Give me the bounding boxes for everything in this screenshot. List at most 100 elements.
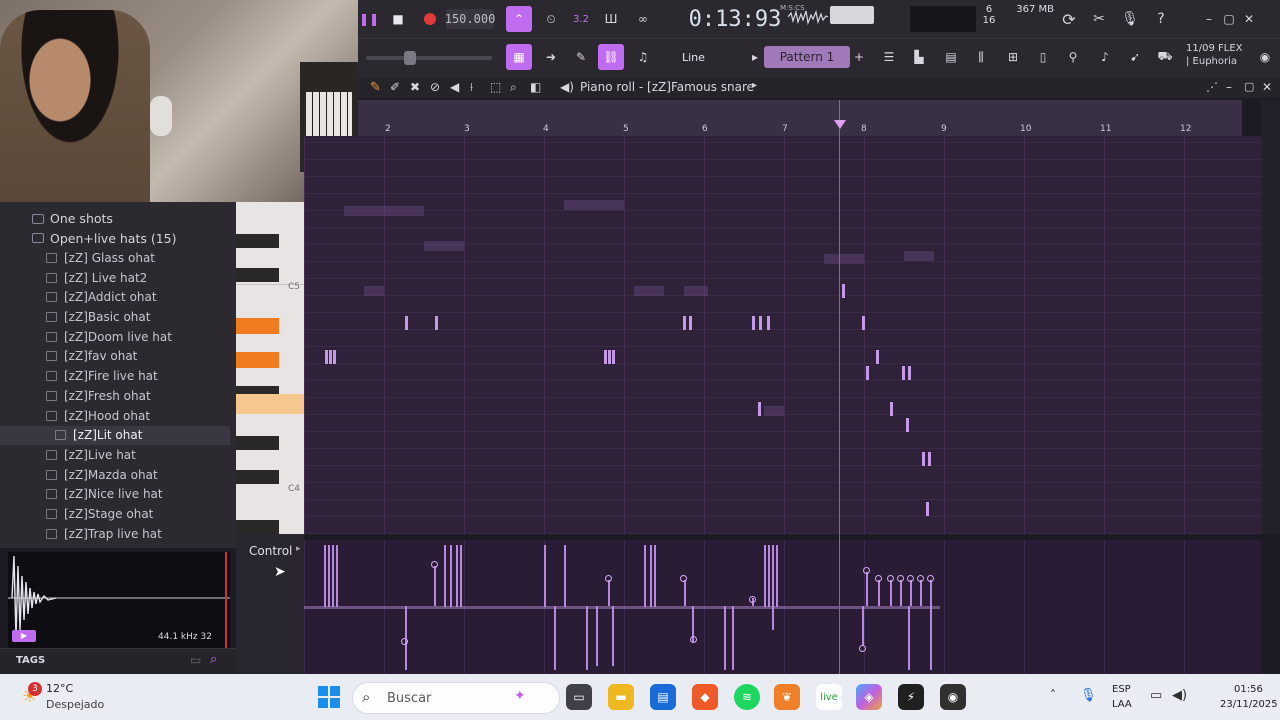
language-code[interactable]: ESP: [1112, 684, 1131, 695]
velocity-stem[interactable]: [732, 606, 734, 670]
folder-icon[interactable]: ▭: [190, 653, 201, 667]
playhead[interactable]: [839, 100, 840, 674]
browser-file[interactable]: [zZ]Fire live hat: [0, 367, 230, 386]
velocity-stem[interactable]: [684, 580, 686, 606]
velocity-stem[interactable]: [444, 545, 446, 607]
midi-note[interactable]: [866, 366, 869, 380]
tray-mic-icon[interactable]: 🎙: [1080, 688, 1097, 703]
midi-note[interactable]: [758, 402, 761, 416]
clock-date[interactable]: 23/11/2025: [1220, 699, 1278, 710]
typing-keyboard-icon[interactable]: ♫: [630, 44, 656, 70]
copilot-sparkle-icon[interactable]: ✦: [514, 688, 526, 704]
arrow-right-icon[interactable]: ➜: [538, 44, 564, 70]
midi-note[interactable]: [759, 316, 762, 330]
select-tool-icon[interactable]: ⬚: [490, 80, 501, 94]
refresh-icon[interactable]: ⟳: [1056, 6, 1082, 32]
black-key[interactable]: [236, 470, 279, 484]
pause-icon[interactable]: ❚❚: [356, 6, 382, 32]
velocity-stem[interactable]: [862, 606, 864, 646]
playback-tool-icon[interactable]: ◧: [530, 80, 541, 94]
cart-icon[interactable]: ⛟: [1152, 44, 1178, 70]
midi-note[interactable]: [862, 316, 865, 330]
slip-tool-icon[interactable]: ◀: [450, 80, 459, 94]
app-icon-bolt[interactable]: ⚡: [898, 684, 924, 710]
velocity-handle[interactable]: [907, 575, 914, 582]
fl-studio-icon[interactable]: ❦: [774, 684, 800, 710]
tools-icon[interactable]: ✂: [1086, 6, 1112, 32]
highlighted-black-key[interactable]: [236, 352, 279, 368]
velocity-stem[interactable]: [900, 580, 902, 606]
bird-icon[interactable]: ➹: [1122, 44, 1148, 70]
midi-note[interactable]: [333, 350, 336, 364]
file-explorer-icon[interactable]: ▬: [608, 684, 634, 710]
channel-rack-icon[interactable]: ▤: [938, 44, 964, 70]
velocity-stem[interactable]: [564, 545, 566, 607]
velocity-stem[interactable]: [460, 545, 462, 607]
midi-note[interactable]: [906, 418, 909, 432]
browser-tree-icon[interactable]: ⊞: [1000, 44, 1026, 70]
midi-note[interactable]: [325, 350, 328, 364]
velocity-stem[interactable]: [772, 606, 774, 630]
file-icon[interactable]: ▯: [1030, 44, 1056, 70]
copilot-icon[interactable]: ◈: [856, 684, 882, 710]
spotify-icon[interactable]: ≋: [734, 684, 760, 710]
midi-note[interactable]: [752, 316, 755, 330]
delete-tool-icon[interactable]: ✖: [410, 80, 420, 94]
note-grid[interactable]: [304, 136, 1262, 534]
velocity-stem[interactable]: [586, 606, 588, 670]
velocity-stem[interactable]: [930, 606, 932, 670]
velocity-handle[interactable]: [431, 561, 438, 568]
volume-icon[interactable]: ◀): [1172, 688, 1187, 703]
velocity-stem[interactable]: [554, 606, 556, 670]
velocity-handle[interactable]: [887, 575, 894, 582]
velocity-handle[interactable]: [917, 575, 924, 582]
velocity-handle[interactable]: [401, 638, 408, 645]
metronome-icon[interactable]: ⌃: [506, 6, 532, 32]
browser-file[interactable]: [zZ]Trap live hat: [0, 524, 230, 543]
loop-record-icon[interactable]: ∞: [630, 6, 656, 32]
news-panel[interactable]: 11/09 FLEX | Euphoria: [1186, 42, 1248, 68]
browser-file[interactable]: [zZ]Mazda ohat: [0, 465, 230, 484]
piano-roll-toggle-icon[interactable]: ▦: [506, 44, 532, 70]
velocity-stem[interactable]: [890, 580, 892, 606]
browser-file[interactable]: [zZ]Addict ohat: [0, 288, 230, 307]
black-key[interactable]: [236, 268, 279, 282]
velocity-stem[interactable]: [930, 580, 932, 606]
midi-note[interactable]: [926, 502, 929, 516]
snap-selector[interactable]: Line: [664, 46, 738, 68]
pr-menu-icon[interactable]: ⋰: [1206, 80, 1218, 94]
velocity-handle[interactable]: [863, 567, 870, 574]
pattern-selector[interactable]: Pattern 1: [764, 46, 850, 68]
help-icon[interactable]: ?: [1148, 6, 1174, 32]
pr-close-icon[interactable]: ✕: [1262, 80, 1272, 94]
midi-note[interactable]: [922, 452, 925, 466]
velocity-handle[interactable]: [690, 636, 697, 643]
velocity-stem[interactable]: [434, 566, 436, 606]
stop-button[interactable]: ■: [385, 6, 411, 32]
velocity-stem[interactable]: [644, 545, 646, 607]
task-view-icon[interactable]: ▭: [566, 684, 592, 710]
velocity-stem[interactable]: [866, 572, 868, 606]
play-preview-icon[interactable]: ▶: [12, 630, 36, 642]
clock-time[interactable]: 01:56: [1234, 684, 1263, 695]
app-icon-dark[interactable]: ◉: [940, 684, 966, 710]
master-pitch-knob[interactable]: [404, 51, 416, 65]
pencil-tool-icon[interactable]: ✎: [370, 80, 381, 95]
midi-note[interactable]: [604, 350, 607, 364]
plugin-icon[interactable]: ⚲: [1060, 44, 1086, 70]
midi-note[interactable]: [902, 366, 905, 380]
velocity-handle[interactable]: [875, 575, 882, 582]
black-key[interactable]: [236, 436, 279, 450]
midi-note[interactable]: [612, 350, 615, 364]
highlighted-white-key[interactable]: [236, 394, 304, 414]
midi-note[interactable]: [767, 316, 770, 330]
close-window-icon[interactable]: ✕: [1236, 6, 1262, 32]
tray-expand-icon[interactable]: ˄: [1050, 688, 1056, 702]
browser-folder[interactable]: One shots: [0, 209, 230, 228]
brush-icon[interactable]: ✎: [568, 44, 594, 70]
browser-file[interactable]: [zZ]Live hat: [0, 445, 230, 464]
velocity-stem[interactable]: [768, 545, 770, 607]
midi-note[interactable]: [608, 350, 611, 364]
midi-note[interactable]: [842, 284, 845, 298]
ableton-live-icon[interactable]: live: [816, 684, 842, 710]
